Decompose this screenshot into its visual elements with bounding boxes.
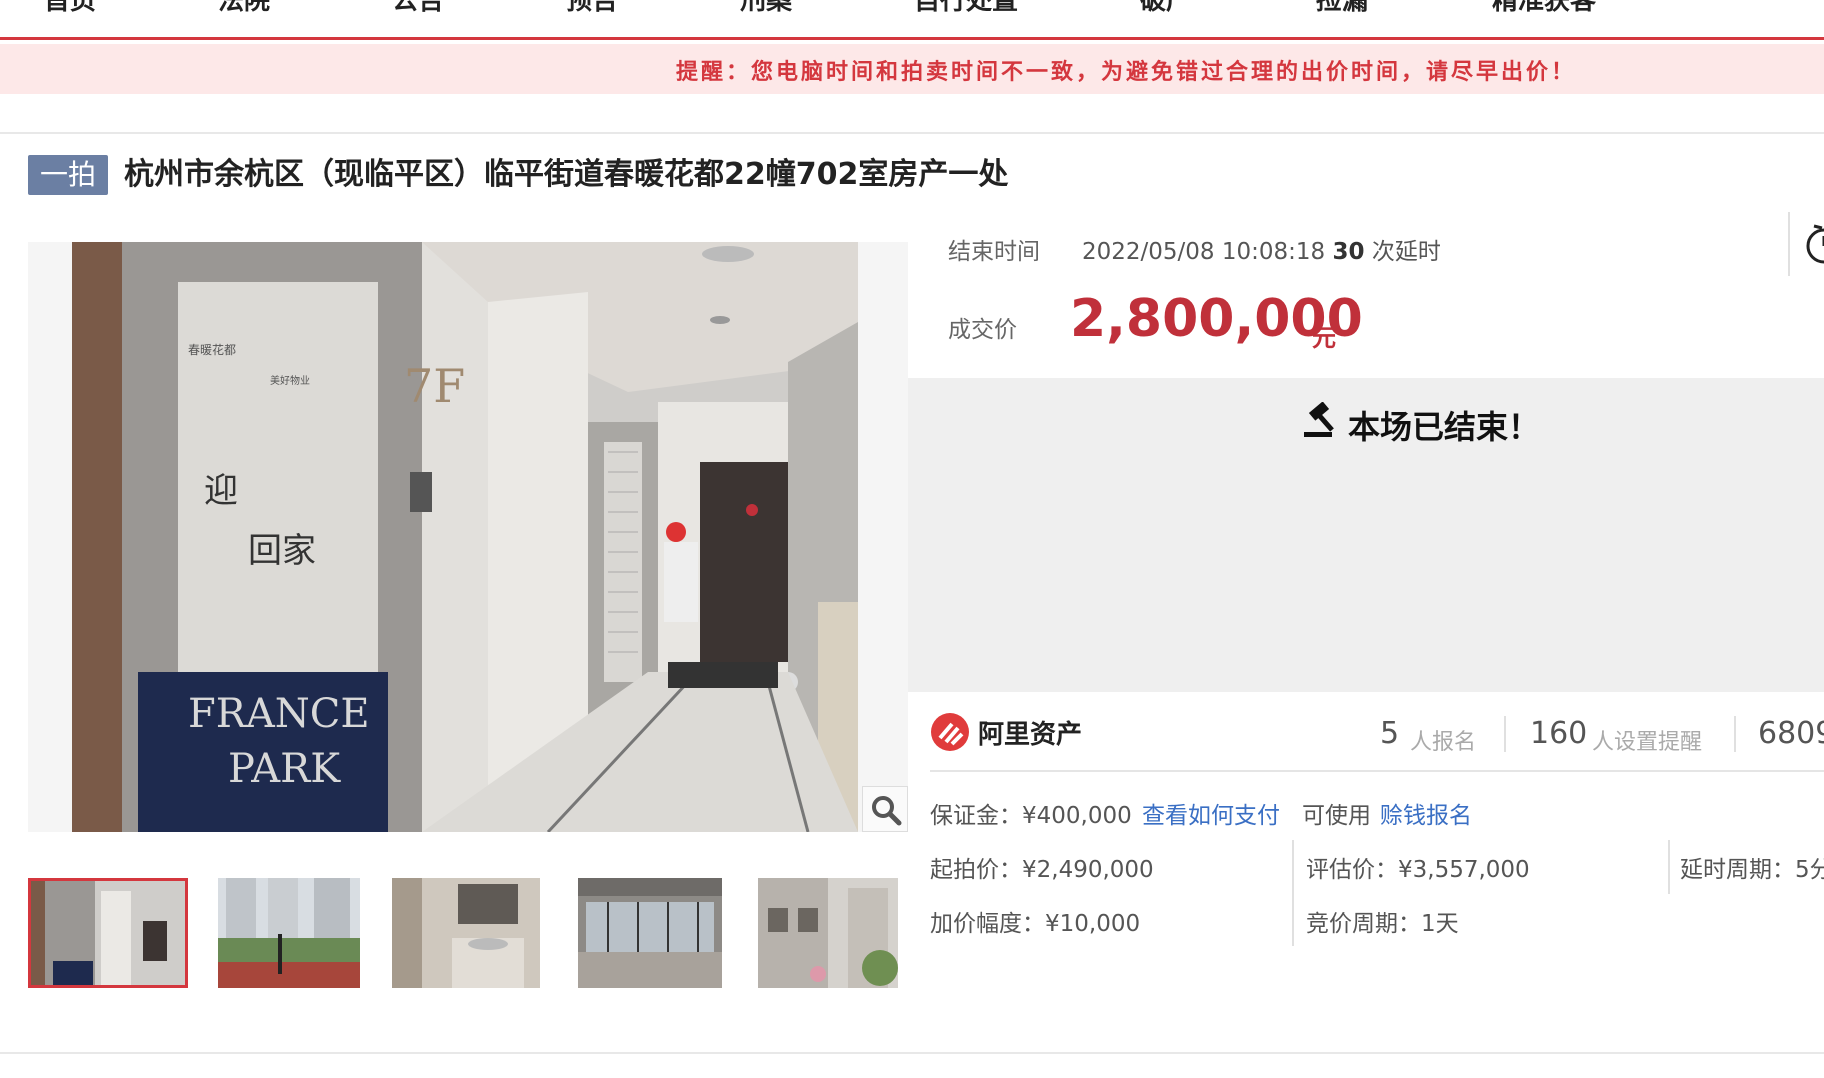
nav-criminal[interactable]: 刑案: [740, 0, 792, 16]
nav-self-disposal[interactable]: 自行处置: [914, 0, 1018, 16]
nav-precise-leads[interactable]: 精准获客: [1492, 0, 1596, 16]
round-badge: 一拍: [28, 155, 108, 195]
image-welcome-2: 回家: [248, 531, 316, 571]
auction-ended-text: 本场已结束！: [1348, 408, 1541, 446]
divider: [0, 1052, 1824, 1054]
image-park-text-1: FRANCE: [188, 691, 370, 737]
signups-count: 5: [1380, 716, 1400, 751]
how-to-pay-link[interactable]: 查看如何支付: [1142, 796, 1280, 830]
thumbnail-4[interactable]: [578, 878, 722, 988]
views-count: 6809: [1758, 716, 1824, 751]
zoom-button[interactable]: [862, 786, 908, 832]
end-time-label: 结束时间: [948, 239, 1040, 265]
image-welcome-1: 迎: [204, 471, 238, 511]
divider: [1504, 716, 1506, 752]
divider: [1668, 840, 1670, 894]
end-time-value: 2022/05/08 10:08:18 30 次延时: [1082, 232, 1441, 266]
nav-home[interactable]: 首页: [44, 0, 96, 16]
lot-title: 杭州市余杭区（现临平区）临平街道春暖花都22幢702室房产一处: [124, 157, 1009, 192]
main-photo[interactable]: FRANCE PARK 迎 回家 春暖花都 美好物业 7F: [28, 242, 908, 832]
delay-count: 30: [1332, 239, 1365, 265]
reminders-count: 160: [1530, 716, 1588, 751]
start-price: 起拍价：¥2,490,000: [930, 857, 1154, 883]
image-elevator-brand: 美好物业: [270, 374, 310, 387]
divider: [1734, 716, 1736, 752]
signups-label: 人报名: [1410, 730, 1477, 755]
divider: [1788, 212, 1790, 276]
reminders-label: 人设置提醒: [1592, 730, 1703, 755]
image-floor-number: 7F: [404, 359, 465, 413]
usable-text: 可使用: [1302, 803, 1371, 829]
deal-price-unit: 元: [1312, 324, 1336, 352]
image-park-text-2: PARK: [228, 746, 341, 792]
image-elevator-sign: 春暖花都: [188, 342, 236, 357]
divider: [1292, 840, 1294, 946]
thumbnail-2[interactable]: [218, 878, 360, 988]
zoom-icon: [872, 796, 902, 826]
reminder-text: 提醒：您电脑时间和拍卖时间不一致，为避免错过合理的出价时间，请尽早出价！: [676, 60, 1577, 85]
deposit-text: 保证金：¥400,000: [930, 803, 1132, 829]
gavel-icon: [1304, 402, 1334, 437]
divider: [930, 770, 1824, 772]
nav-announcement[interactable]: 公告: [392, 0, 444, 16]
nav-preview[interactable]: 预告: [566, 0, 618, 16]
earn-signup-link[interactable]: 赊钱报名: [1380, 796, 1472, 830]
ali-logo-icon: [931, 713, 969, 751]
end-time-text: 2022/05/08 10:08:18: [1082, 239, 1326, 265]
appraisal-price: 评估价：¥3,557,000: [1306, 857, 1530, 883]
clock-icon[interactable]: [1800, 222, 1824, 266]
deal-price-label: 成交价: [948, 317, 1017, 343]
top-nav: 首页 法院 公告 预告 刑案 自行处置 破产 捡漏 精准获客: [0, 0, 1824, 40]
nav-court[interactable]: 法院: [218, 0, 270, 16]
thumbnail-5[interactable]: [758, 878, 898, 988]
thumbnail-3[interactable]: [392, 878, 540, 988]
thumbnail-1[interactable]: [28, 878, 188, 988]
bid-period: 竞价周期：1天: [1306, 911, 1459, 937]
delay-period: 延时周期：5分: [1680, 857, 1824, 883]
nav-bargain[interactable]: 捡漏: [1316, 0, 1368, 16]
divider: [0, 132, 1824, 134]
nav-bankruptcy[interactable]: 破产: [1140, 0, 1192, 16]
bid-increment: 加价幅度：¥10,000: [930, 911, 1141, 937]
time-reminder-bar: 提醒：您电脑时间和拍卖时间不一致，为避免错过合理的出价时间，请尽早出价！: [0, 44, 1824, 94]
delay-label: 次延时: [1371, 239, 1441, 265]
brand-name: 阿里资产: [978, 720, 1083, 750]
